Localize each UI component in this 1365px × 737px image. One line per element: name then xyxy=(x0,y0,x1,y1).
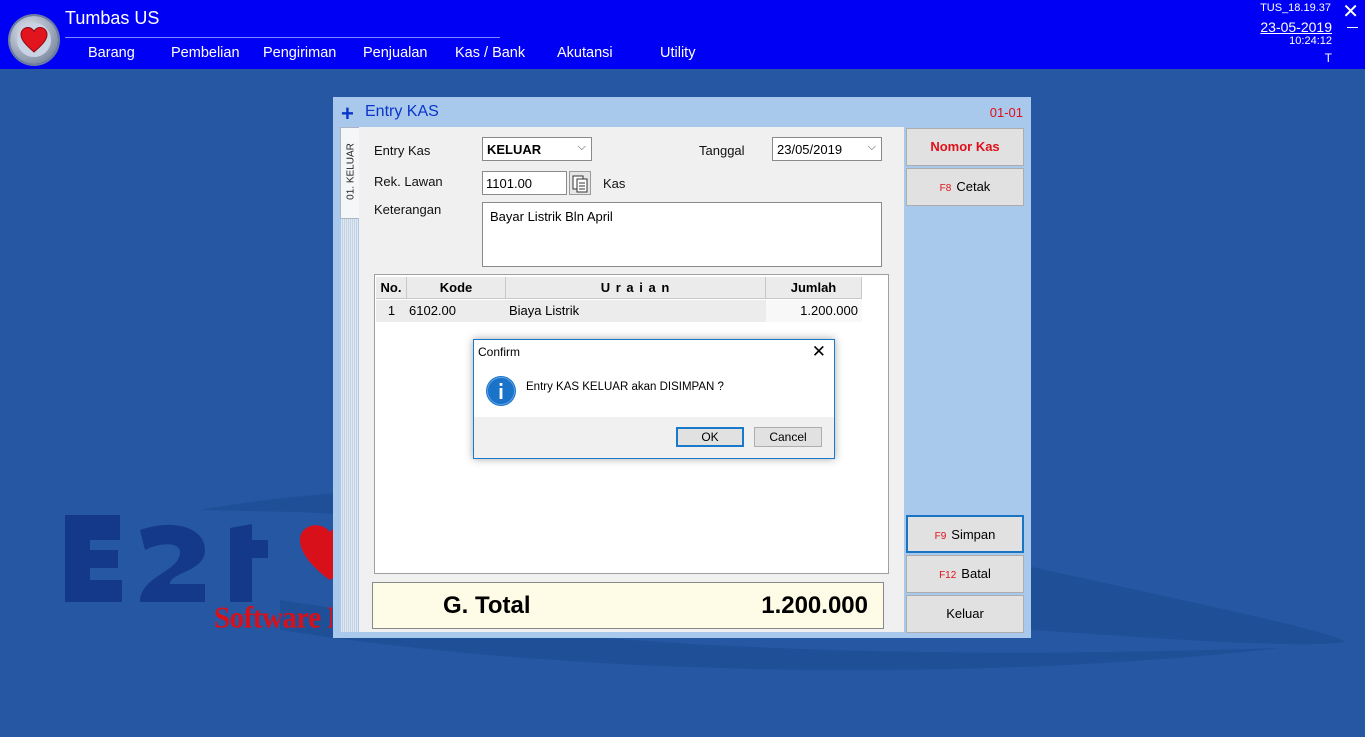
system-code: TUS_18.19.37 xyxy=(1260,2,1331,14)
keterangan-textarea[interactable]: Bayar Listrik Bln April xyxy=(482,202,882,267)
table-cell-kode[interactable]: 6102.00 xyxy=(407,300,506,322)
background-slogan: Software House xyxy=(214,601,332,635)
tanggal-value: 23/05/2019 xyxy=(777,142,843,157)
system-date: 23-05-2019 xyxy=(1260,19,1332,35)
menu-pengiriman[interactable]: Pengiriman xyxy=(263,45,336,61)
chevron-down-icon: ⌵ xyxy=(867,141,876,153)
menu-pembelian[interactable]: Pembelian xyxy=(171,45,240,61)
simpan-shortcut: F9 xyxy=(934,531,947,542)
keterangan-value: Bayar Listrik Bln April xyxy=(490,209,613,224)
simpan-label: Simpan xyxy=(951,527,996,542)
dialog-title: Confirm xyxy=(478,345,521,359)
tanggal-date-picker[interactable]: 23/05/2019 ⌵ xyxy=(772,137,882,161)
cancel-button[interactable]: Cancel xyxy=(754,427,822,447)
user-initial: T xyxy=(1324,51,1332,65)
entry-kas-value: KELUAR xyxy=(487,142,542,157)
table-cell-uraian[interactable]: Biaya Listrik xyxy=(506,300,766,322)
close-icon[interactable]: ✕ xyxy=(1342,1,1359,21)
cetak-shortcut: F8 xyxy=(939,183,952,194)
system-time: 10:24:12 xyxy=(1289,35,1332,47)
window-code: 01-01 xyxy=(989,105,1023,120)
keluar-button[interactable]: Keluar xyxy=(906,595,1024,633)
column-header-uraian: U r a i a n xyxy=(506,277,766,299)
rek-lawan-input[interactable]: 1101.00 xyxy=(482,171,567,195)
batal-shortcut: F12 xyxy=(939,570,957,581)
column-header-jumlah: Jumlah xyxy=(766,277,862,299)
batal-label: Batal xyxy=(961,566,991,581)
rek-lawan-label: Rek. Lawan xyxy=(374,174,443,189)
top-bar: Tumbas US Barang Pembelian Pengiriman Pe… xyxy=(0,0,1365,69)
column-header-no: No. xyxy=(376,277,407,299)
confirm-dialog: Confirm ✕ Entry KAS KELUAR akan DISIMPAN… xyxy=(473,339,835,459)
column-header-kode: Kode xyxy=(407,277,506,299)
tanggal-label: Tanggal xyxy=(699,143,745,158)
rek-lawan-name: Kas xyxy=(603,176,626,191)
menu-penjualan[interactable]: Penjualan xyxy=(363,45,428,61)
lookup-button[interactable] xyxy=(569,171,591,195)
menu-kas-bank[interactable]: Kas / Bank xyxy=(455,45,525,61)
title-divider xyxy=(65,37,500,38)
dialog-footer: OK Cancel xyxy=(474,417,834,458)
minimize-icon[interactable] xyxy=(1347,27,1358,28)
menu-barang[interactable]: Barang xyxy=(88,45,135,61)
info-icon xyxy=(486,376,516,406)
copy-icon xyxy=(572,175,588,193)
cetak-label: Cetak xyxy=(956,179,991,194)
chevron-down-icon: ⌵ xyxy=(577,141,586,153)
ok-button[interactable]: OK xyxy=(676,427,744,447)
menu-utility[interactable]: Utility xyxy=(660,45,695,61)
batal-button[interactable]: F12 Batal xyxy=(906,555,1024,593)
entry-kas-label: Entry Kas xyxy=(374,143,431,158)
rek-lawan-value: 1101.00 xyxy=(486,176,533,191)
app-title: Tumbas US xyxy=(65,8,160,28)
simpan-button[interactable]: F9 Simpan xyxy=(906,515,1024,553)
heart-icon xyxy=(20,27,48,53)
app-logo xyxy=(10,16,58,64)
plus-icon: + xyxy=(341,101,354,126)
table-cell-jumlah[interactable]: 1.200.000 xyxy=(766,300,862,322)
nomor-kas-button[interactable]: Nomor Kas xyxy=(906,128,1024,166)
cetak-button[interactable]: F8 Cetak xyxy=(906,168,1024,206)
menu-akutansi[interactable]: Akutansi xyxy=(557,45,613,61)
grand-total-value: 1.200.000 xyxy=(761,592,868,619)
grand-total-label: G. Total xyxy=(443,592,531,619)
grand-total-box: G. Total 1.200.000 xyxy=(372,582,884,629)
close-icon[interactable]: ✕ xyxy=(812,342,826,362)
tab-keluar-label: 01. KELUAR xyxy=(345,143,357,200)
tab-keluar[interactable]: 01. KELUAR xyxy=(340,127,360,219)
dialog-message: Entry KAS KELUAR akan DISIMPAN ? xyxy=(526,381,724,393)
keterangan-label: Keterangan xyxy=(374,202,442,217)
table-cell-no[interactable]: 1 xyxy=(376,300,407,322)
entry-kas-select[interactable]: KELUAR ⌵ xyxy=(482,137,592,161)
window-title: Entry KAS xyxy=(365,103,439,120)
